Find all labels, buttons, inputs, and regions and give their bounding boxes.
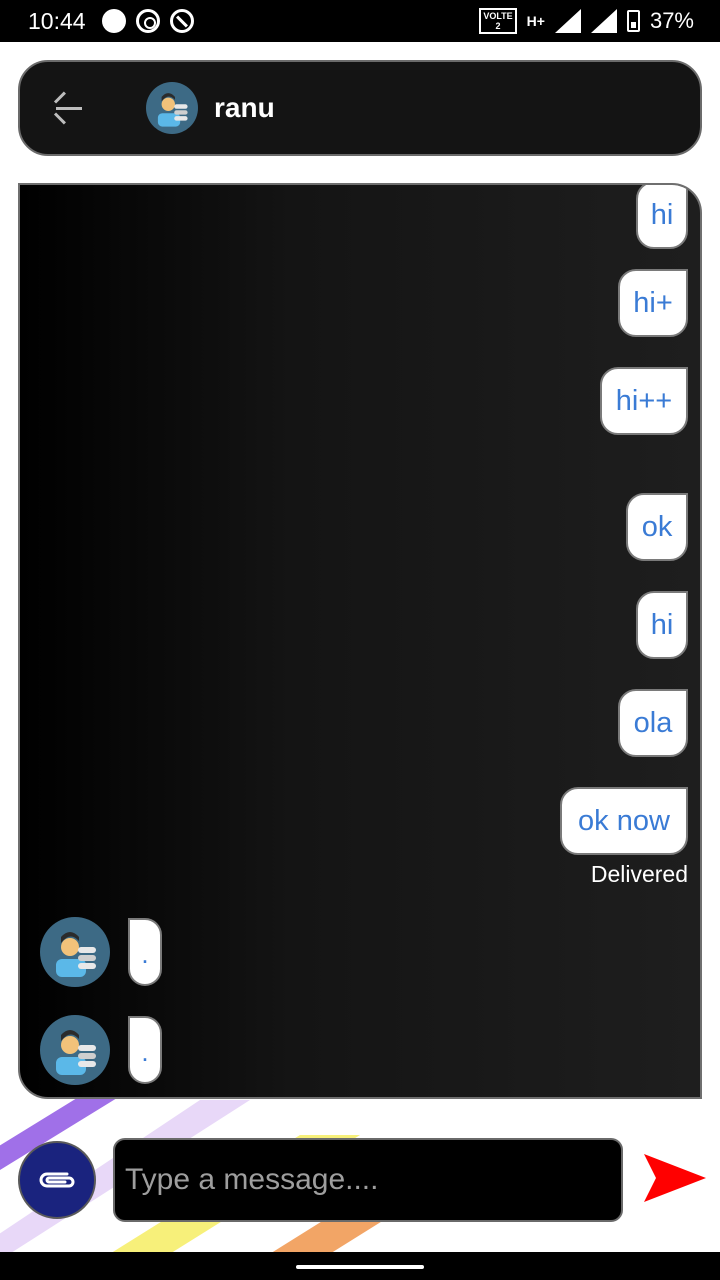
message-input[interactable] — [113, 1138, 623, 1222]
outgoing-message[interactable]: hi+ — [618, 269, 688, 337]
incoming-message-row: . — [40, 1015, 162, 1085]
incoming-message-row: . — [40, 917, 162, 987]
user-avatar-icon[interactable] — [146, 82, 198, 134]
notification-dot-icon — [101, 9, 126, 33]
incoming-message[interactable]: . — [128, 1016, 162, 1084]
chat-message-list[interactable]: hi hi+ hi++ ok hi ola ok now Delivered .… — [18, 183, 702, 1099]
back-arrow-icon[interactable] — [50, 88, 90, 128]
volte-icon: VOLTE 2 — [479, 8, 517, 34]
signal-icon — [554, 9, 581, 33]
send-icon[interactable] — [642, 1150, 708, 1206]
battery-percent: 37% — [649, 8, 694, 33]
attach-button[interactable] — [18, 1141, 96, 1219]
chat-header: ranu — [18, 60, 702, 156]
outgoing-message[interactable]: hi++ — [600, 367, 688, 435]
user-avatar-icon[interactable] — [40, 917, 110, 987]
signal-icon-2 — [590, 9, 617, 33]
delivered-status: Delivered — [590, 861, 688, 887]
do-not-disturb-icon — [169, 9, 194, 33]
battery-icon — [626, 10, 640, 32]
status-time: 10:44 — [28, 7, 86, 34]
outgoing-message[interactable]: ok — [626, 493, 688, 561]
whatsapp-icon — [135, 9, 160, 33]
user-avatar-icon[interactable] — [40, 1015, 110, 1085]
outgoing-message[interactable]: hi — [636, 591, 688, 659]
incoming-message[interactable]: . — [128, 918, 162, 986]
outgoing-message[interactable]: hi — [636, 185, 688, 249]
outgoing-message[interactable]: ok now — [560, 787, 688, 855]
outgoing-message[interactable]: ola — [618, 689, 688, 757]
status-bar: 10:44 VOLTE 2 H+ 37% — [0, 0, 720, 42]
paperclip-icon — [39, 1172, 75, 1188]
contact-name: ranu — [214, 92, 275, 123]
navigation-bar — [0, 1252, 720, 1280]
home-indicator[interactable] — [296, 1265, 424, 1269]
network-type: H+ — [526, 12, 545, 29]
